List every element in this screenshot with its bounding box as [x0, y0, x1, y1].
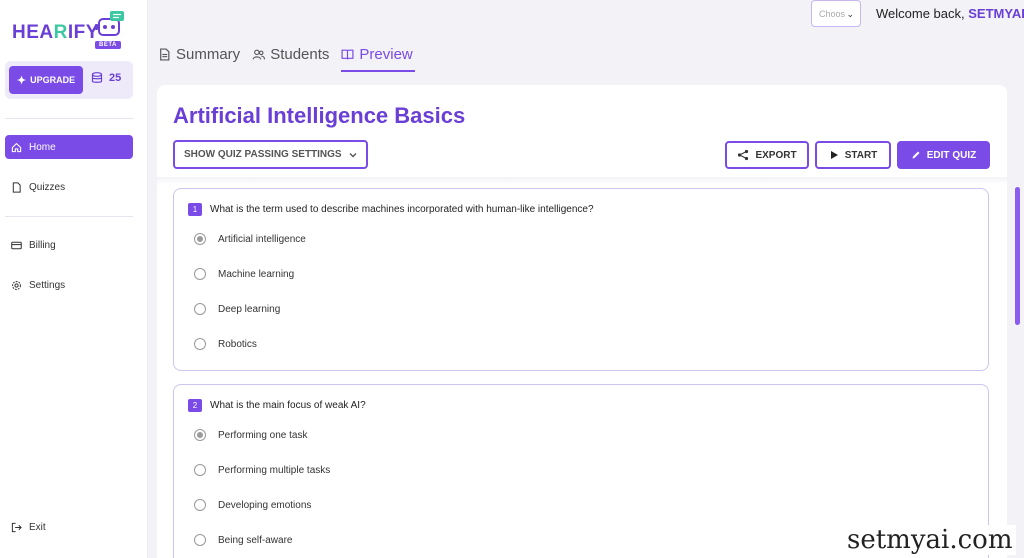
- tab-summary[interactable]: Summary: [158, 43, 242, 65]
- play-icon: [830, 151, 838, 159]
- sidebar-item-billing[interactable]: Billing: [5, 233, 133, 257]
- option-label: Developing emotions: [218, 499, 312, 511]
- radio-button[interactable]: [194, 268, 206, 280]
- option-label: Performing one task: [218, 429, 308, 441]
- answer-option[interactable]: Machine learning: [194, 268, 294, 280]
- questions-list[interactable]: 1 What is the term used to describe mach…: [157, 177, 1007, 558]
- upgrade-button[interactable]: ✦ UPGRADE: [9, 66, 83, 94]
- tab-label: Summary: [176, 45, 241, 63]
- quiz-preview-card: Artificial Intelligence Basics SHOW QUIZ…: [157, 85, 1007, 558]
- divider: [5, 118, 133, 119]
- sidebar-item-label: Billing: [29, 239, 56, 251]
- chevron-down-icon: ⌄: [846, 9, 854, 19]
- robot-icon: [95, 11, 124, 36]
- answer-option[interactable]: Performing one task: [194, 429, 308, 441]
- username: SETMYAI: [968, 6, 1024, 21]
- question-header: 1 What is the term used to describe mach…: [188, 203, 594, 216]
- beta-badge: BETA: [95, 41, 121, 49]
- question-number: 1: [188, 203, 202, 216]
- users-icon: [252, 49, 266, 60]
- class-select[interactable]: Choos ⌄: [811, 0, 861, 27]
- sparkle-icon: ✦: [16, 74, 27, 87]
- question-number: 2: [188, 399, 202, 412]
- answer-option[interactable]: Deep learning: [194, 303, 280, 315]
- book-icon: [341, 49, 354, 59]
- answer-option[interactable]: Robotics: [194, 338, 257, 350]
- answer-option[interactable]: Performing multiple tasks: [194, 464, 330, 476]
- edit-quiz-button[interactable]: EDIT QUIZ: [897, 141, 990, 169]
- pencil-icon: [912, 151, 920, 159]
- scrollbar-thumb[interactable]: [1015, 187, 1020, 325]
- radio-button[interactable]: [194, 233, 206, 245]
- chevron-down-icon: [349, 152, 357, 157]
- watermark-text: setmyai.com: [843, 525, 1017, 555]
- answer-option[interactable]: Artificial intelligence: [194, 233, 306, 245]
- share-icon: [738, 149, 749, 161]
- credit-card-icon: [11, 241, 22, 249]
- question-header: 2 What is the main focus of weak AI?: [188, 399, 366, 412]
- option-label: Artificial intelligence: [218, 233, 306, 245]
- export-label: EXPORT: [755, 149, 797, 161]
- tab-students[interactable]: Students: [252, 43, 331, 65]
- sidebar-item-label: Quizzes: [29, 181, 66, 193]
- welcome-message: Welcome back, SETMYAI: [876, 6, 1024, 21]
- tab-label: Preview: [359, 45, 413, 63]
- exit-label: Exit: [29, 521, 46, 533]
- upgrade-label: UPGRADE: [30, 75, 76, 85]
- exit-button[interactable]: Exit: [5, 515, 133, 539]
- document-icon: [12, 181, 21, 193]
- option-label: Performing multiple tasks: [218, 464, 331, 476]
- credits-value: 25: [109, 72, 122, 84]
- answer-option[interactable]: Developing emotions: [194, 499, 311, 511]
- option-label: Machine learning: [218, 268, 295, 280]
- hearify-logo[interactable]: HEARIFY BETA: [10, 10, 130, 54]
- tab-preview[interactable]: Preview: [341, 43, 415, 72]
- database-icon: [91, 72, 103, 83]
- tab-label: Students: [270, 45, 330, 63]
- option-label: Robotics: [218, 338, 257, 350]
- passing-settings-label: SHOW QUIZ PASSING SETTINGS: [184, 149, 342, 160]
- welcome-text: Welcome back,: [876, 6, 965, 21]
- credits-counter: 25: [91, 72, 121, 84]
- answer-option[interactable]: Being self-aware: [194, 534, 292, 546]
- sidebar-item-settings[interactable]: Settings: [5, 273, 133, 297]
- sidebar: HEARIFY BETA ✦ UPGRADE 25 Home Quizzes B…: [0, 0, 148, 558]
- passing-settings-dropdown[interactable]: SHOW QUIZ PASSING SETTINGS: [173, 140, 368, 169]
- question-text: What is the main focus of weak AI?: [210, 400, 366, 411]
- export-button[interactable]: EXPORT: [725, 141, 809, 169]
- radio-button[interactable]: [194, 499, 206, 511]
- logout-icon: [11, 522, 22, 532]
- question-card: 1 What is the term used to describe mach…: [173, 188, 989, 371]
- edit-quiz-label: EDIT QUIZ: [926, 149, 977, 161]
- sidebar-item-label: Settings: [29, 279, 66, 291]
- logo-text: HEARIFY: [12, 22, 99, 43]
- scroll-shadow: [157, 177, 1007, 185]
- start-button[interactable]: START: [815, 141, 891, 169]
- sidebar-item-home[interactable]: Home: [5, 135, 133, 159]
- class-select-placeholder: Choos: [819, 8, 846, 19]
- question-text: What is the term used to describe machin…: [210, 204, 594, 215]
- radio-button[interactable]: [194, 464, 206, 476]
- gear-icon: [12, 280, 21, 290]
- document-icon: [160, 47, 170, 61]
- home-icon: [11, 142, 22, 152]
- start-label: START: [844, 149, 878, 161]
- radio-button[interactable]: [194, 338, 206, 350]
- divider: [5, 216, 133, 217]
- sidebar-item-label: Home: [29, 141, 56, 153]
- radio-button[interactable]: [194, 534, 206, 546]
- option-label: Being self-aware: [218, 534, 293, 546]
- upgrade-panel: ✦ UPGRADE 25: [5, 61, 133, 99]
- option-label: Deep learning: [218, 303, 281, 315]
- radio-button[interactable]: [194, 429, 206, 441]
- sidebar-item-quizzes[interactable]: Quizzes: [5, 175, 133, 199]
- radio-button[interactable]: [194, 303, 206, 315]
- page-title: Artificial Intelligence Basics: [173, 103, 466, 128]
- tab-bar: Summary Students Preview: [158, 43, 415, 73]
